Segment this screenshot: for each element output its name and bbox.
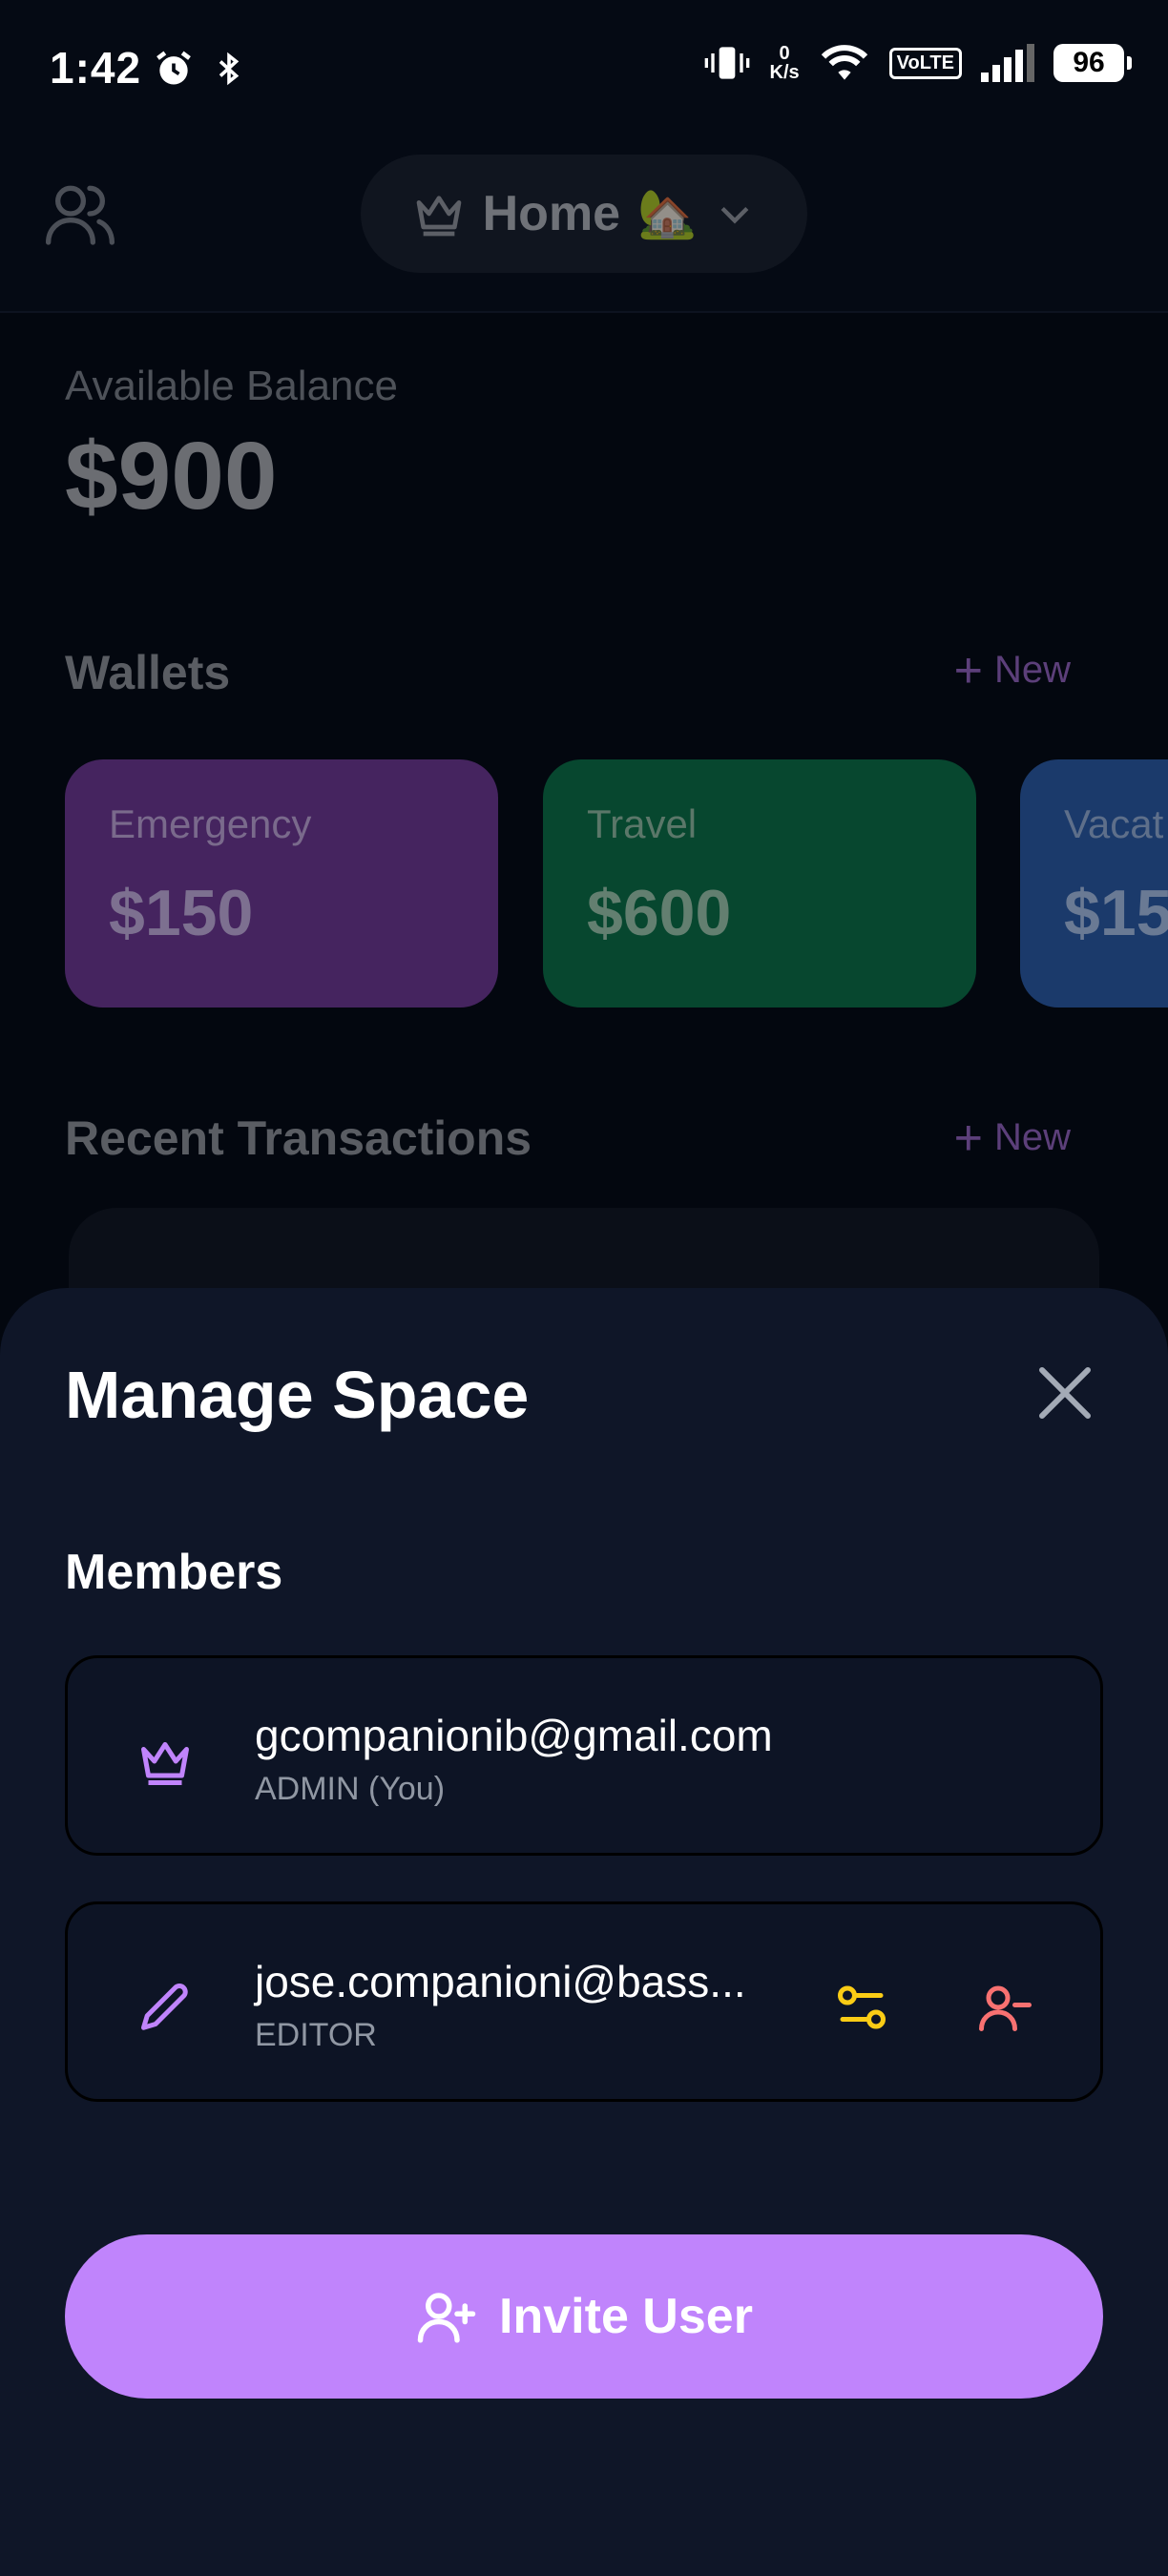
wallet-name: Emergency <box>109 801 312 846</box>
member-role: EDITOR <box>255 2017 377 2053</box>
status-bar: 1:42 0 K/s VoLTE 96 <box>0 0 1168 134</box>
wallet-name: Travel <box>587 801 698 846</box>
balance-label: Available Balance <box>65 363 398 409</box>
app-header: Home 🏡 <box>0 134 1168 313</box>
signal-icon <box>981 44 1034 82</box>
bluetooth-icon <box>219 52 240 86</box>
wallet-card[interactable]: Vacat $15 <box>1020 759 1168 1008</box>
crown-icon <box>416 196 461 237</box>
member-role: ADMIN (You) <box>255 1771 446 1807</box>
dashboard-content: Available Balance $900 Wallets + New Eme… <box>0 315 1168 1399</box>
member-row: jose.companioni@bass... EDITOR <box>65 1901 1103 2102</box>
wallet-name: Vacat <box>1064 801 1164 846</box>
user-plus-icon <box>417 2293 476 2343</box>
recent-transactions-title: Recent Transactions <box>65 1111 532 1165</box>
member-row: gcompanionib@gmail.com ADMIN (You) <box>65 1655 1103 1856</box>
wallet-amount: $150 <box>109 877 254 949</box>
manage-space-sheet: Manage Space Members gcompanionib@gmail.… <box>0 1288 1168 2576</box>
vibrate-icon <box>704 47 749 79</box>
volte-badge: VoLTE <box>888 47 962 79</box>
invite-user-button[interactable]: Invite User <box>65 2234 1103 2399</box>
remove-user-icon[interactable] <box>974 1979 1032 2036</box>
member-email: jose.companioni@bass... <box>255 1957 746 2006</box>
wallet-amount: $15 <box>1064 877 1168 949</box>
space-name: Home <box>482 186 621 241</box>
status-time: 1:42 <box>50 43 142 93</box>
sheet-title: Manage Space <box>65 1358 530 1432</box>
pencil-icon <box>141 1984 188 2030</box>
space-selector[interactable]: Home 🏡 <box>361 155 807 273</box>
wallets-title: Wallets <box>65 646 231 699</box>
members-title: Members <box>65 1545 283 1600</box>
new-transaction-button[interactable]: + New <box>953 1110 1071 1166</box>
crown-icon <box>141 1742 189 1785</box>
member-email: gcompanionib@gmail.com <box>255 1711 773 1760</box>
users-icon[interactable] <box>42 176 118 252</box>
wallet-amount: $600 <box>587 877 732 949</box>
alarm-icon <box>156 51 191 85</box>
plus-icon: + <box>953 1110 983 1166</box>
battery-indicator: 96 <box>1053 44 1132 82</box>
wifi-icon <box>821 45 867 80</box>
new-wallet-button[interactable]: + New <box>953 642 1071 698</box>
wallet-card[interactable]: Travel $600 <box>543 759 976 1008</box>
house-emoji: 🏡 <box>637 186 698 240</box>
change-role-icon[interactable] <box>833 1979 890 2036</box>
balance-value: $900 <box>65 423 278 530</box>
network-speed: 0 K/s <box>769 43 800 83</box>
invite-user-label: Invite User <box>499 2289 753 2344</box>
plus-icon: + <box>953 642 983 698</box>
chevron-down-icon <box>720 206 749 224</box>
wallet-card[interactable]: Emergency $150 <box>65 759 498 1008</box>
close-icon[interactable] <box>1031 1359 1099 1427</box>
